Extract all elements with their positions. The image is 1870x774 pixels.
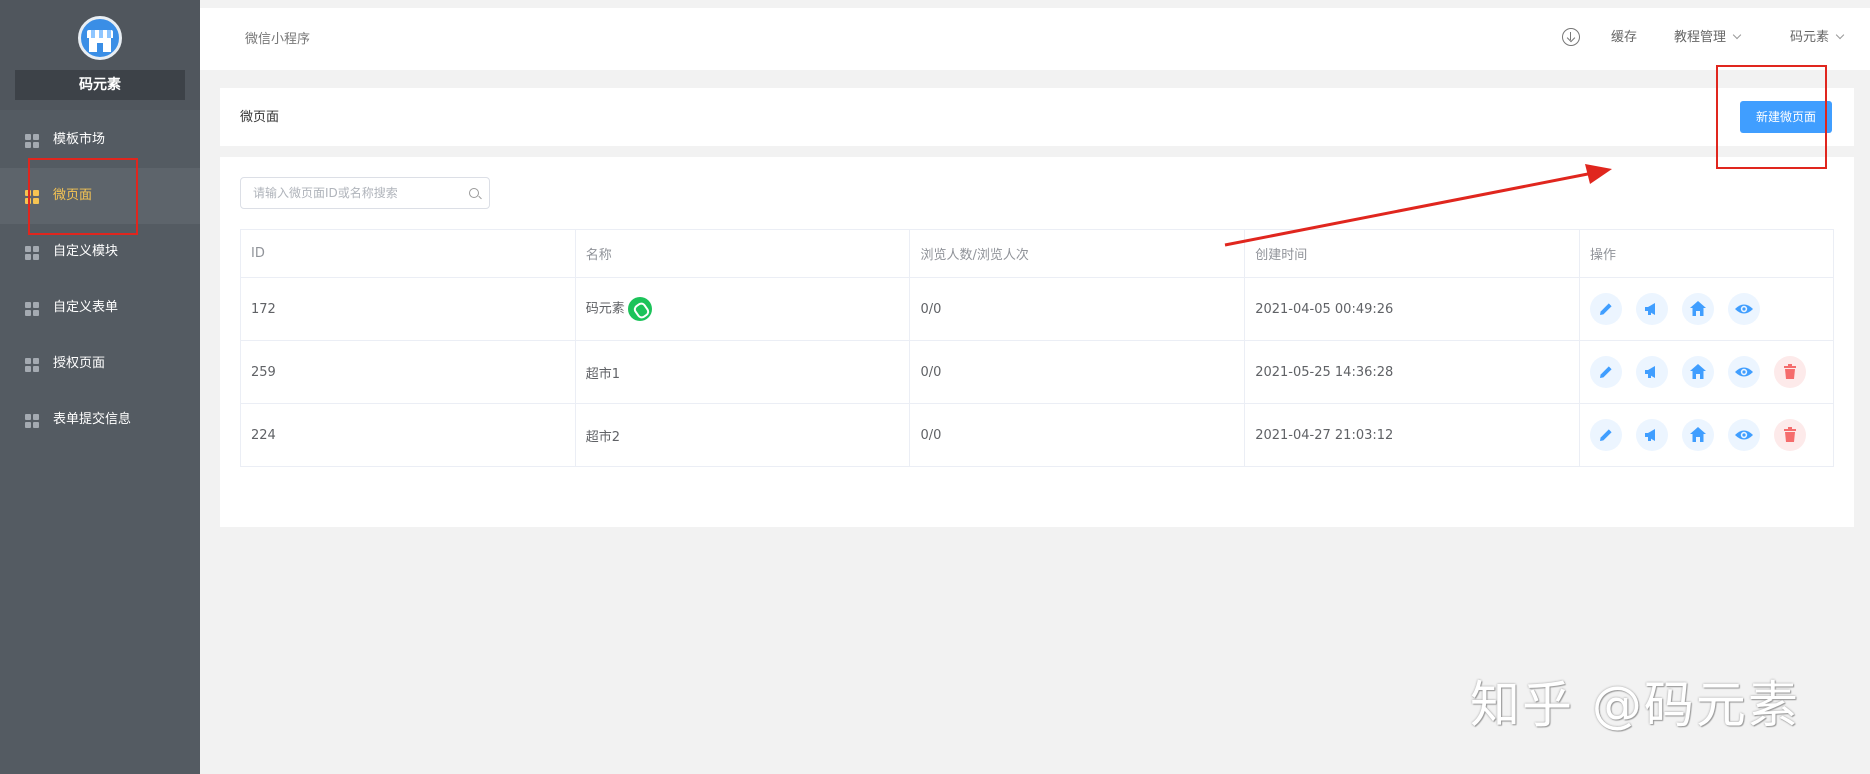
shop-logo-icon [78, 16, 122, 60]
grid-icon [25, 358, 39, 372]
topbar: 微信小程序 缓存 教程管理 码元素 [200, 0, 1870, 70]
cell-id: 259 [240, 340, 576, 404]
table-row: 224 超市2 0/0 2021-04-27 21:03:12 [240, 403, 1835, 467]
megaphone-icon[interactable] [1635, 293, 1668, 325]
header-id: ID [240, 229, 576, 278]
search-input[interactable] [253, 184, 453, 202]
table-header-row: ID 名称 浏览人数/浏览人次 创建时间 操作 [240, 229, 1835, 278]
grid-icon [25, 246, 39, 260]
grid-icon [25, 134, 39, 148]
page-header: 微页面 新建微页面 [220, 88, 1854, 146]
annotation-box-new-button [1716, 65, 1827, 169]
home-icon[interactable] [1681, 356, 1714, 388]
mini-program-link-icon[interactable] [627, 297, 652, 321]
tutorial-menu[interactable]: 教程管理 [1674, 26, 1742, 45]
chevron-down-icon [1732, 30, 1742, 40]
megaphone-icon[interactable] [1635, 356, 1668, 388]
eye-icon[interactable] [1727, 293, 1760, 325]
sidebar-item-label: 授权页面 [53, 356, 106, 371]
grid-icon [25, 414, 39, 428]
eye-icon[interactable] [1727, 419, 1760, 451]
header-actions: 操作 [1578, 229, 1835, 278]
edit-icon[interactable] [1589, 419, 1622, 451]
sidebar-item-label: 自定义模块 [53, 244, 119, 259]
cell-id: 224 [240, 403, 576, 467]
tutorial-label: 教程管理 [1674, 30, 1727, 45]
cell-id: 172 [240, 277, 576, 341]
cell-created: 2021-04-27 21:03:12 [1244, 403, 1580, 467]
sidebar-item-auth-page[interactable]: 授权页面 [0, 336, 200, 392]
table-row: 172 码元素 0/0 2021-04-05 00:49:26 [240, 277, 1835, 341]
cell-name: 超市2 [574, 403, 911, 467]
cell-actions [1578, 277, 1835, 341]
sidebar-item-label: 自定义表单 [53, 300, 119, 315]
sidebar: 码元素 模板市场 微页面 自定义模块 自定义表单 授权页面 表单提交信息 [0, 0, 200, 774]
cell-name: 码元素 [574, 277, 911, 341]
user-menu[interactable]: 码元素 [1790, 26, 1845, 45]
download-icon[interactable] [1562, 28, 1580, 46]
cell-views: 0/0 [909, 340, 1246, 404]
search-box[interactable] [240, 177, 490, 209]
cell-views: 0/0 [909, 277, 1246, 341]
cell-actions [1578, 340, 1835, 404]
page-title: 微页面 [240, 110, 280, 125]
app-title: 微信小程序 [245, 32, 311, 47]
sidebar-item-label: 模板市场 [53, 132, 106, 147]
grid-icon [25, 302, 39, 316]
main-card: ID 名称 浏览人数/浏览人次 创建时间 操作 172 码元素 0/0 2021… [220, 157, 1854, 527]
watermark: 知乎 @码元素 [1470, 676, 1800, 734]
chevron-down-icon [1835, 30, 1845, 40]
edit-icon[interactable] [1589, 293, 1622, 325]
table-row: 259 超市1 0/0 2021-05-25 14:36:28 [240, 340, 1835, 404]
eye-icon[interactable] [1727, 356, 1760, 388]
edit-icon[interactable] [1589, 356, 1622, 388]
header-name: 名称 [574, 229, 911, 278]
sidebar-item-label: 表单提交信息 [53, 412, 132, 427]
header-views: 浏览人数/浏览人次 [909, 229, 1246, 278]
cache-button[interactable]: 缓存 [1611, 26, 1637, 45]
sidebar-item-form-submissions[interactable]: 表单提交信息 [0, 392, 200, 448]
annotation-box-sidebar [28, 158, 138, 235]
home-icon[interactable] [1681, 293, 1714, 325]
trash-icon[interactable] [1773, 419, 1806, 451]
trash-icon[interactable] [1773, 356, 1806, 388]
user-label: 码元素 [1790, 30, 1830, 45]
search-icon[interactable] [469, 188, 479, 198]
cell-name: 超市1 [574, 340, 911, 404]
cell-actions [1578, 403, 1835, 467]
micro-page-table: ID 名称 浏览人数/浏览人次 创建时间 操作 172 码元素 0/0 2021… [240, 229, 1835, 467]
sidebar-item-custom-form[interactable]: 自定义表单 [0, 280, 200, 336]
header-created: 创建时间 [1244, 229, 1580, 278]
cell-views: 0/0 [909, 403, 1246, 467]
megaphone-icon[interactable] [1635, 419, 1668, 451]
home-icon[interactable] [1681, 419, 1714, 451]
sidebar-header: 码元素 [0, 0, 200, 110]
brand-name: 码元素 [15, 70, 185, 100]
page-name: 码元素 [585, 301, 625, 317]
cell-created: 2021-05-25 14:36:28 [1244, 340, 1580, 404]
cell-created: 2021-04-05 00:49:26 [1244, 277, 1580, 341]
